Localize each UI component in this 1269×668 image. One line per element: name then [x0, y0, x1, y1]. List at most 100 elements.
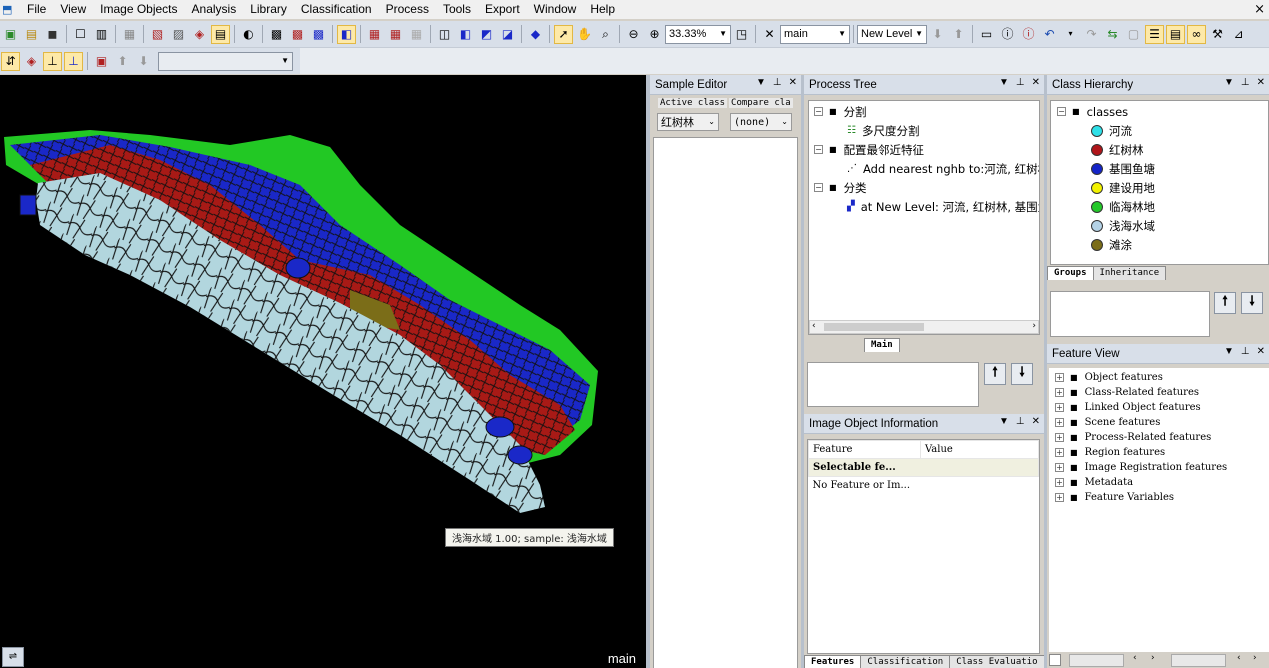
- feature-item[interactable]: + ■ Scene features: [1055, 415, 1160, 430]
- feature-item[interactable]: + ■ Image Registration features: [1055, 460, 1227, 475]
- comparison-view-icon[interactable]: ◪: [498, 25, 517, 44]
- feature-field[interactable]: [1171, 654, 1226, 667]
- feature-item[interactable]: + ■ Object features: [1055, 370, 1163, 385]
- move-up-button[interactable]: 🠕: [1214, 292, 1236, 314]
- process-note-area[interactable]: [807, 362, 979, 407]
- hierarchy-icon[interactable]: ⊥: [64, 51, 83, 71]
- close-icon[interactable]: ✕: [1257, 77, 1265, 88]
- layer-stack-icon[interactable]: ◆: [526, 25, 545, 44]
- import-image-icon[interactable]: ▧: [148, 25, 167, 44]
- dropdown-icon[interactable]: ▼: [756, 77, 766, 88]
- process-tree-view[interactable]: − ■ 分割 ☷ 多尺度分割 − ■ 配置最邻近特征 ⋰ Add nearest nghb …: [808, 100, 1040, 335]
- zoom-area-icon[interactable]: ⌕: [596, 25, 615, 44]
- process-node[interactable]: − ■ 分割: [814, 102, 867, 121]
- tab-class-evaluation[interactable]: Class Evaluatio: [949, 655, 1045, 668]
- level-up-icon[interactable]: ⬆: [949, 25, 968, 44]
- open-workspace-icon[interactable]: ▥: [92, 25, 111, 44]
- dropdown-icon[interactable]: ▼: [1224, 77, 1234, 88]
- pan-hand-icon[interactable]: ✋: [575, 25, 594, 44]
- level-select[interactable]: New Level ▼: [857, 24, 927, 44]
- scroll-left-icon[interactable]: ‹: [812, 321, 816, 331]
- close-icon[interactable]: ✕: [1032, 416, 1040, 427]
- info-icon[interactable]: ⓘ: [998, 25, 1017, 44]
- process-node[interactable]: − ■ 分类: [814, 178, 867, 197]
- scroll-thumb[interactable]: [824, 323, 924, 331]
- menu-image-objects[interactable]: Image Objects: [93, 0, 184, 19]
- zoom-select[interactable]: 33.33% ▼: [665, 24, 731, 44]
- menu-process[interactable]: Process: [379, 0, 436, 19]
- move-down-button[interactable]: 🠗: [1011, 363, 1033, 385]
- column-header-value[interactable]: Value: [920, 440, 1039, 459]
- class-item[interactable]: 建设用地: [1091, 178, 1155, 197]
- collapse-icon[interactable]: −: [814, 183, 823, 192]
- class-root[interactable]: − ■ classes: [1057, 102, 1128, 121]
- table-row[interactable]: No Feature or Im...: [809, 477, 1039, 495]
- polygon-view-icon[interactable]: ▦: [407, 25, 426, 44]
- segmentation-map[interactable]: [0, 75, 646, 668]
- move-up-button[interactable]: 🠕: [984, 363, 1006, 385]
- image-window-icon[interactable]: ▭: [977, 25, 996, 44]
- open-project-icon[interactable]: ▤: [22, 25, 41, 44]
- tab-features[interactable]: Features: [804, 655, 862, 668]
- zoom-to-window-icon[interactable]: ◳: [732, 25, 751, 44]
- expand-icon[interactable]: +: [1055, 403, 1064, 412]
- expand-icon[interactable]: +: [1055, 463, 1064, 472]
- pixel-view-icon[interactable]: ▦: [365, 25, 384, 44]
- dropdown-icon[interactable]: ▼: [999, 77, 1009, 88]
- class-description-area[interactable]: [1050, 291, 1210, 337]
- image-view[interactable]: 浅海水域 1.00; sample: 浅海水域 main ⇌: [0, 75, 646, 668]
- process-node[interactable]: ▞ at New Level: 河流, 红树林, 基围鱼: [847, 197, 1039, 216]
- tab-inheritance[interactable]: Inheritance: [1092, 266, 1167, 280]
- collapse-icon[interactable]: −: [1057, 107, 1066, 116]
- scroll-left-icon[interactable]: ‹: [1133, 653, 1137, 663]
- split-view-icon[interactable]: ◩: [477, 25, 496, 44]
- process-node[interactable]: ⋰ Add nearest nghb to:河流, 红树林: [847, 159, 1039, 178]
- measure-icon[interactable]: ⊿: [1229, 25, 1248, 44]
- menu-tools[interactable]: Tools: [436, 0, 478, 19]
- save-project-icon[interactable]: ◼: [43, 25, 62, 44]
- dropdown-icon[interactable]: ▼: [999, 416, 1009, 427]
- feature-filter-checkbox[interactable]: [1049, 654, 1061, 666]
- window-close-icon[interactable]: ×: [1254, 0, 1265, 19]
- expand-icon[interactable]: +: [1055, 448, 1064, 457]
- new-project-icon[interactable]: ▣: [1, 25, 20, 44]
- feature-item[interactable]: + ■ Process-Related features: [1055, 430, 1211, 445]
- dropdown-icon[interactable]: ▼: [1224, 346, 1234, 357]
- feature-item[interactable]: + ■ Region features: [1055, 445, 1165, 460]
- select-cursor-icon[interactable]: ➚: [554, 24, 573, 44]
- class-item[interactable]: 基围鱼塘: [1091, 159, 1155, 178]
- scroll-right-icon[interactable]: ›: [1151, 653, 1155, 663]
- class-hierarchy-icon[interactable]: ▤: [1166, 24, 1185, 44]
- arrow-up-icon[interactable]: ⬆: [113, 52, 132, 71]
- process-tree-icon[interactable]: ☰: [1145, 24, 1164, 44]
- class-item[interactable]: 红树林: [1091, 140, 1144, 159]
- merge-objects-icon[interactable]: ◈: [22, 52, 41, 71]
- level-down-icon[interactable]: ⬇: [928, 25, 947, 44]
- close-icon[interactable]: ✕: [789, 77, 797, 88]
- horizontal-scrollbar[interactable]: ‹ ›: [809, 320, 1039, 334]
- view-classification-icon[interactable]: ▩: [288, 25, 307, 44]
- class-item[interactable]: 河流: [1091, 121, 1132, 140]
- image-object-info-table[interactable]: Feature Value Selectable fe... No Featur…: [807, 439, 1040, 654]
- close-icon[interactable]: ✕: [1032, 77, 1040, 88]
- expand-icon[interactable]: +: [1055, 433, 1064, 442]
- process-node[interactable]: − ■ 配置最邻近特征: [814, 140, 924, 159]
- single-layer-icon[interactable]: ◫: [435, 25, 454, 44]
- zoom-in-icon[interactable]: ⊕: [645, 25, 664, 44]
- undo-icon[interactable]: ↶: [1040, 25, 1059, 44]
- collapse-icon[interactable]: −: [814, 107, 823, 116]
- active-class-select[interactable]: 红树林 ⌄: [657, 113, 719, 131]
- view-samples-icon[interactable]: ▩: [309, 25, 328, 44]
- menu-library[interactable]: Library: [243, 0, 294, 19]
- column-header-feature[interactable]: Feature: [808, 440, 921, 459]
- menu-view[interactable]: View: [53, 0, 93, 19]
- zoom-out-icon[interactable]: ⊖: [624, 25, 643, 44]
- collapse-icon[interactable]: −: [814, 145, 823, 154]
- tab-main[interactable]: Main: [864, 338, 900, 352]
- pin-icon[interactable]: ⊥: [773, 77, 782, 88]
- scroll-left-icon[interactable]: ‹: [1237, 653, 1241, 663]
- save-workspace-icon[interactable]: ▦: [120, 25, 139, 44]
- globe-icon[interactable]: ◐: [239, 25, 258, 44]
- feature-field[interactable]: [1069, 654, 1124, 667]
- class-item[interactable]: 滩涂: [1091, 235, 1132, 254]
